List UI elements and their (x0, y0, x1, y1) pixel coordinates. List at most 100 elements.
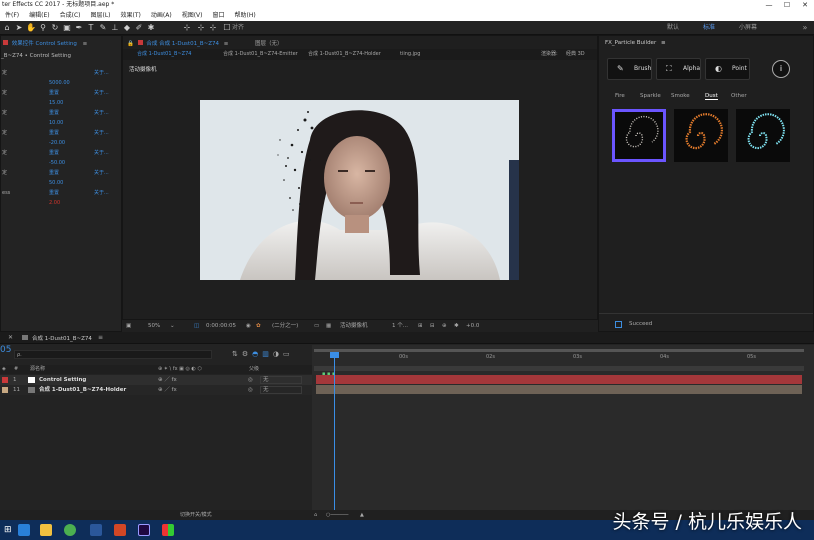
layer-name[interactable]: 合成 1-Dust01_B~Z74-Holder (39, 385, 126, 395)
frame-blending-icon[interactable]: ▥ (262, 350, 269, 359)
layer-switches[interactable]: ⊕ ／ fx (158, 385, 177, 395)
powerpoint-icon[interactable] (114, 524, 126, 536)
parent-select[interactable]: 无 (260, 386, 302, 394)
snap-checkbox[interactable]: ☐ (222, 23, 232, 33)
breadcrumb-comp[interactable]: 合成 1-Dust01_B~Z74 (137, 49, 191, 60)
point-button[interactable]: ◐ Point (705, 58, 750, 80)
tab-sparkle[interactable]: Sparkle (640, 93, 661, 99)
breadcrumb-holder[interactable]: 合成 1-Dust01_B~Z74-Holder (308, 49, 381, 60)
about-link[interactable]: 关于... (94, 88, 109, 98)
reset-link[interactable]: 重置 (49, 128, 59, 138)
menu-view[interactable]: 视图(V) (177, 10, 208, 21)
menu-edit[interactable]: 编辑(E) (24, 10, 54, 21)
breadcrumb-image[interactable]: tiing.jpg (400, 49, 420, 60)
preset-thumbnail-dust-3[interactable] (736, 109, 790, 162)
comp-mini-flowchart-icon[interactable]: ⇅ (232, 350, 238, 359)
axis-view-icon[interactable]: ⊹ (208, 23, 218, 33)
reset-link[interactable]: 重置 (49, 88, 59, 98)
draft-3d-icon[interactable]: ⚙ (242, 350, 248, 359)
reset-link[interactable]: 重置 (49, 188, 59, 198)
timeline-track-area[interactable] (312, 345, 814, 520)
timeline-search-input[interactable]: ρ. (14, 350, 212, 359)
parent-pickwhip-icon[interactable]: ◎ (248, 375, 253, 385)
close-icon[interactable]: ✕ (8, 334, 13, 341)
tab-smoke[interactable]: Smoke (671, 93, 690, 99)
info-button[interactable]: i (772, 60, 790, 78)
maximize-button[interactable]: ☐ (778, 0, 796, 10)
preset-thumbnail-dust-1[interactable] (612, 109, 666, 162)
zoom-out-icon[interactable]: ⌂ (314, 510, 317, 520)
toggle-switches-modes[interactable]: 切换开关/模式 (180, 510, 212, 520)
rotate-tool-icon[interactable]: ↻ (50, 23, 60, 33)
parent-pickwhip-icon[interactable]: ◎ (248, 385, 253, 395)
graph-editor-icon[interactable]: ▭ (283, 350, 290, 359)
close-button[interactable]: ✕ (796, 0, 814, 10)
panel-menu-icon[interactable]: ≡ (661, 40, 666, 46)
renderer-value[interactable]: 经典 3D (566, 49, 585, 60)
timeline-comp-tab[interactable]: 合成 1-Dust01_B~Z74 (32, 334, 92, 342)
clone-tool-icon[interactable]: ⊥ (110, 23, 120, 33)
parent-header[interactable]: 父级 (249, 365, 259, 374)
about-link[interactable]: 关于... (94, 68, 109, 78)
after-effects-icon[interactable] (138, 524, 150, 536)
layer-label-color[interactable] (2, 387, 8, 393)
brush-tool-icon[interactable]: ✎ (98, 23, 108, 33)
workspace-standard[interactable]: 标准 (691, 21, 727, 35)
motion-blur-icon[interactable]: ◑ (273, 350, 279, 359)
workspace-default[interactable]: 默认 (655, 21, 691, 35)
effect-property-value[interactable]: -50.00 (49, 158, 65, 168)
browser-icon[interactable] (64, 524, 76, 536)
panel-menu-icon[interactable]: ≡ (98, 334, 103, 341)
effect-property-value[interactable]: 2.00 (49, 198, 60, 208)
brush-button[interactable]: ✎ Brush (607, 58, 652, 80)
menu-animation[interactable]: 动画(A) (146, 10, 177, 21)
panel-menu-icon[interactable]: ≡ (224, 41, 229, 47)
home-icon[interactable]: ⌂ (2, 23, 12, 33)
shy-layers-icon[interactable]: ◓ (252, 350, 258, 359)
preset-thumbnail-dust-2[interactable] (674, 109, 728, 162)
reset-link[interactable]: 重置 (49, 168, 59, 178)
app-icon[interactable] (162, 524, 174, 536)
playhead-handle[interactable] (330, 352, 339, 358)
pen-tool-icon[interactable]: ✒ (74, 23, 84, 33)
layer-row[interactable]: 11 合成 1-Dust01_B~Z74-Holder ⊕ ／ fx ◎ 无 (0, 385, 312, 395)
axis-world-icon[interactable]: ⊹ (196, 23, 206, 33)
menu-file[interactable]: 件(F) (0, 10, 24, 21)
effect-property-value[interactable]: 50.00 (49, 178, 63, 188)
reset-link[interactable]: 重置 (49, 108, 59, 118)
menu-composition[interactable]: 合成(C) (55, 10, 86, 21)
layer-row[interactable]: 1 Control Setting ⊕ ／ fx ◎ 无 (0, 375, 312, 385)
about-link[interactable]: 关于... (94, 188, 109, 198)
menu-window[interactable]: 窗口 (207, 10, 229, 21)
layer-label-color[interactable] (2, 377, 8, 383)
selection-tool-icon[interactable]: ➤ (14, 23, 24, 33)
tab-dust[interactable]: Dust (705, 93, 718, 100)
workspace-small-screen[interactable]: 小屏幕 (727, 21, 769, 35)
more-workspaces-icon[interactable]: » (800, 23, 810, 33)
work-area-bar[interactable] (314, 349, 804, 352)
about-link[interactable]: 关于... (94, 108, 109, 118)
zoom-in-icon[interactable]: ▲ (360, 510, 364, 520)
layer-switches[interactable]: ⊕ ／ fx (158, 375, 177, 385)
tab-fire[interactable]: Fire (615, 93, 625, 99)
eraser-tool-icon[interactable]: ◆ (122, 23, 132, 33)
time-navigator[interactable] (314, 366, 804, 371)
puppet-tool-icon[interactable]: ✱ (146, 23, 156, 33)
current-time-indicator[interactable] (334, 352, 335, 510)
tab-other[interactable]: Other (731, 93, 747, 99)
camera-tool-icon[interactable]: ▣ (62, 23, 72, 33)
panel-menu-icon[interactable]: ≡ (83, 41, 88, 47)
menu-effect[interactable]: 效果(T) (116, 10, 146, 21)
hand-tool-icon[interactable]: ✋ (26, 23, 36, 33)
minimize-button[interactable]: — (760, 0, 778, 10)
source-name-header[interactable]: 源名称 (30, 365, 45, 374)
parent-select[interactable]: 无 (260, 376, 302, 384)
effect-property-value[interactable]: 5000.00 (49, 78, 70, 88)
effect-property-value[interactable]: -20.00 (49, 138, 65, 148)
about-link[interactable]: 关于... (94, 168, 109, 178)
composition-viewer[interactable] (200, 100, 519, 280)
axis-local-icon[interactable]: ⊹ (182, 23, 192, 33)
lock-icon[interactable]: 🔒 (127, 41, 134, 47)
layer-bar-control-setting[interactable] (316, 375, 802, 384)
layer-bar-holder[interactable] (316, 385, 802, 394)
